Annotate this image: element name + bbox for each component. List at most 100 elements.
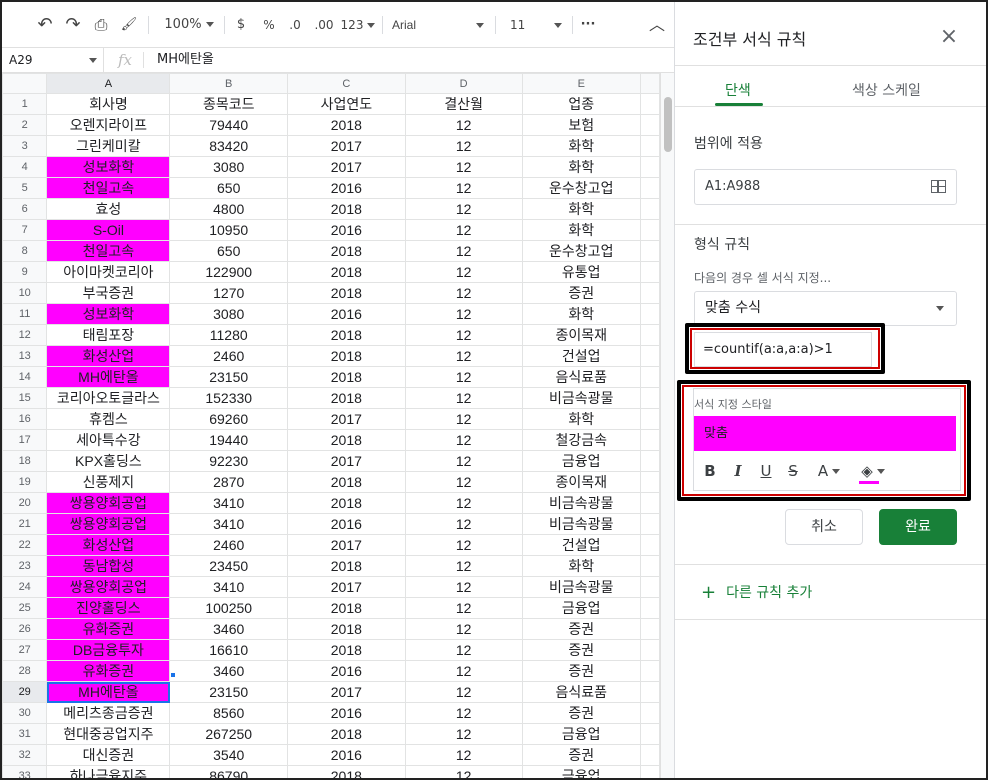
table-cell[interactable]: 12 [404,324,523,346]
table-cell[interactable]: 3540 [169,744,289,766]
table-cell[interactable] [639,492,660,514]
table-cell[interactable]: 증권 [521,282,641,304]
table-cell[interactable]: 11280 [169,324,289,346]
table-cell[interactable]: 3410 [169,576,289,598]
table-cell[interactable]: 비금속광물 [521,492,641,514]
row-header[interactable]: 2 [2,114,48,136]
table-cell[interactable] [639,471,660,493]
table-cell[interactable]: 2017 [287,576,406,598]
table-cell[interactable]: 19440 [169,429,289,451]
table-cell[interactable]: 12 [404,660,523,682]
redo-icon[interactable]: ↷ [62,14,84,36]
company-name-cell[interactable]: MH에탄올 [46,366,171,388]
custom-formula-input[interactable]: =countif(a:a,a:a)>1 [694,332,872,367]
done-button[interactable]: 완료 [879,509,957,545]
company-name-cell[interactable]: 진양홀딩스 [46,597,171,619]
fill-color-button[interactable]: ◈ [856,460,890,482]
table-cell[interactable]: 비금속광물 [521,387,641,409]
company-name-cell[interactable]: KPX홀딩스 [46,450,171,472]
table-cell[interactable] [639,555,660,577]
increase-decimal-button[interactable]: .00 [310,14,338,36]
table-cell[interactable]: 12 [404,261,523,283]
table-cell[interactable]: 증권 [521,744,641,766]
company-name-cell[interactable]: 오렌지라이프 [46,114,171,136]
row-header[interactable]: 21 [2,513,48,535]
table-cell[interactable]: 12 [404,513,523,535]
table-cell[interactable]: 증권 [521,702,641,724]
table-cell[interactable]: 보험 [521,114,641,136]
table-cell[interactable]: 12 [404,555,523,577]
row-header[interactable]: 33 [2,765,48,778]
table-cell[interactable]: 12 [404,408,523,430]
table-cell[interactable] [639,513,660,535]
table-cell[interactable]: 화학 [521,135,641,157]
table-cell[interactable] [639,198,660,220]
currency-button[interactable]: $ [232,14,250,36]
table-cell[interactable]: 12 [404,702,523,724]
table-cell[interactable] [639,93,660,115]
company-name-cell[interactable]: 하나금융지주 [46,765,171,778]
fill-handle[interactable] [170,672,176,678]
underline-button[interactable]: U [758,460,774,482]
table-cell[interactable]: 12 [404,681,523,703]
company-name-cell[interactable]: 성보화학 [46,156,171,178]
table-cell[interactable]: 금융업 [521,723,641,745]
table-cell[interactable]: 2018 [287,366,406,388]
table-cell[interactable]: 650 [169,177,289,199]
table-cell[interactable]: 2017 [287,534,406,556]
tab-color-scale[interactable]: 색상 스케일 [852,80,921,100]
font-select[interactable]: Arial [392,14,488,36]
table-cell[interactable]: 2870 [169,471,289,493]
table-cell[interactable]: 23150 [169,366,289,388]
name-box[interactable]: A29 [2,48,104,72]
table-cell[interactable]: 2018 [287,471,406,493]
column-header[interactable]: B [169,73,289,94]
percent-button[interactable]: % [260,14,278,36]
table-cell[interactable]: 금융업 [521,597,641,619]
more-options-icon[interactable]: ··· [578,14,598,36]
table-cell[interactable]: 2017 [287,408,406,430]
row-header[interactable]: 6 [2,198,48,220]
table-cell[interactable]: 2018 [287,198,406,220]
table-cell[interactable]: 종이목재 [521,471,641,493]
table-cell[interactable]: 화학 [521,156,641,178]
close-icon[interactable]: × [937,26,961,50]
text-color-button[interactable]: A [812,460,846,482]
table-cell[interactable]: 2018 [287,555,406,577]
table-cell[interactable]: 12 [404,534,523,556]
table-cell[interactable]: 12 [404,366,523,388]
row-header[interactable]: 24 [2,576,48,598]
formula-input[interactable]: MH에탄올 [157,48,214,72]
row-header[interactable]: 30 [2,702,48,724]
table-cell[interactable]: 2017 [287,156,406,178]
table-cell[interactable]: 2018 [287,429,406,451]
table-cell[interactable]: 금융업 [521,765,641,778]
company-name-cell[interactable]: 동남합성 [46,555,171,577]
table-cell[interactable] [639,408,660,430]
company-name-cell[interactable]: 유화증권 [46,618,171,640]
tab-single-color[interactable]: 단색 [725,80,751,100]
table-cell[interactable]: 86790 [169,765,289,778]
table-cell[interactable] [639,387,660,409]
row-header[interactable]: 18 [2,450,48,472]
table-cell[interactable]: 100250 [169,597,289,619]
row-header[interactable]: 5 [2,177,48,199]
table-cell[interactable]: 79440 [169,114,289,136]
table-cell[interactable]: 건설업 [521,345,641,367]
company-name-cell[interactable]: 회사명 [46,93,171,115]
table-cell[interactable]: 2017 [287,135,406,157]
company-name-cell[interactable]: 천일고속 [46,240,171,262]
collapse-toolbar-icon[interactable]: ︿ [646,14,668,36]
condition-select[interactable]: 맞춤 수식 [694,291,957,326]
table-cell[interactable]: 3080 [169,156,289,178]
company-name-cell[interactable]: 태림포장 [46,324,171,346]
table-cell[interactable]: 12 [404,723,523,745]
company-name-cell[interactable]: 쌍용양회공업 [46,513,171,535]
table-cell[interactable] [639,240,660,262]
company-name-cell[interactable]: 성보화학 [46,303,171,325]
table-cell[interactable]: 2016 [287,177,406,199]
row-header[interactable]: 19 [2,471,48,493]
select-range-icon[interactable] [931,180,946,193]
table-cell[interactable] [639,618,660,640]
table-cell[interactable]: 금융업 [521,450,641,472]
